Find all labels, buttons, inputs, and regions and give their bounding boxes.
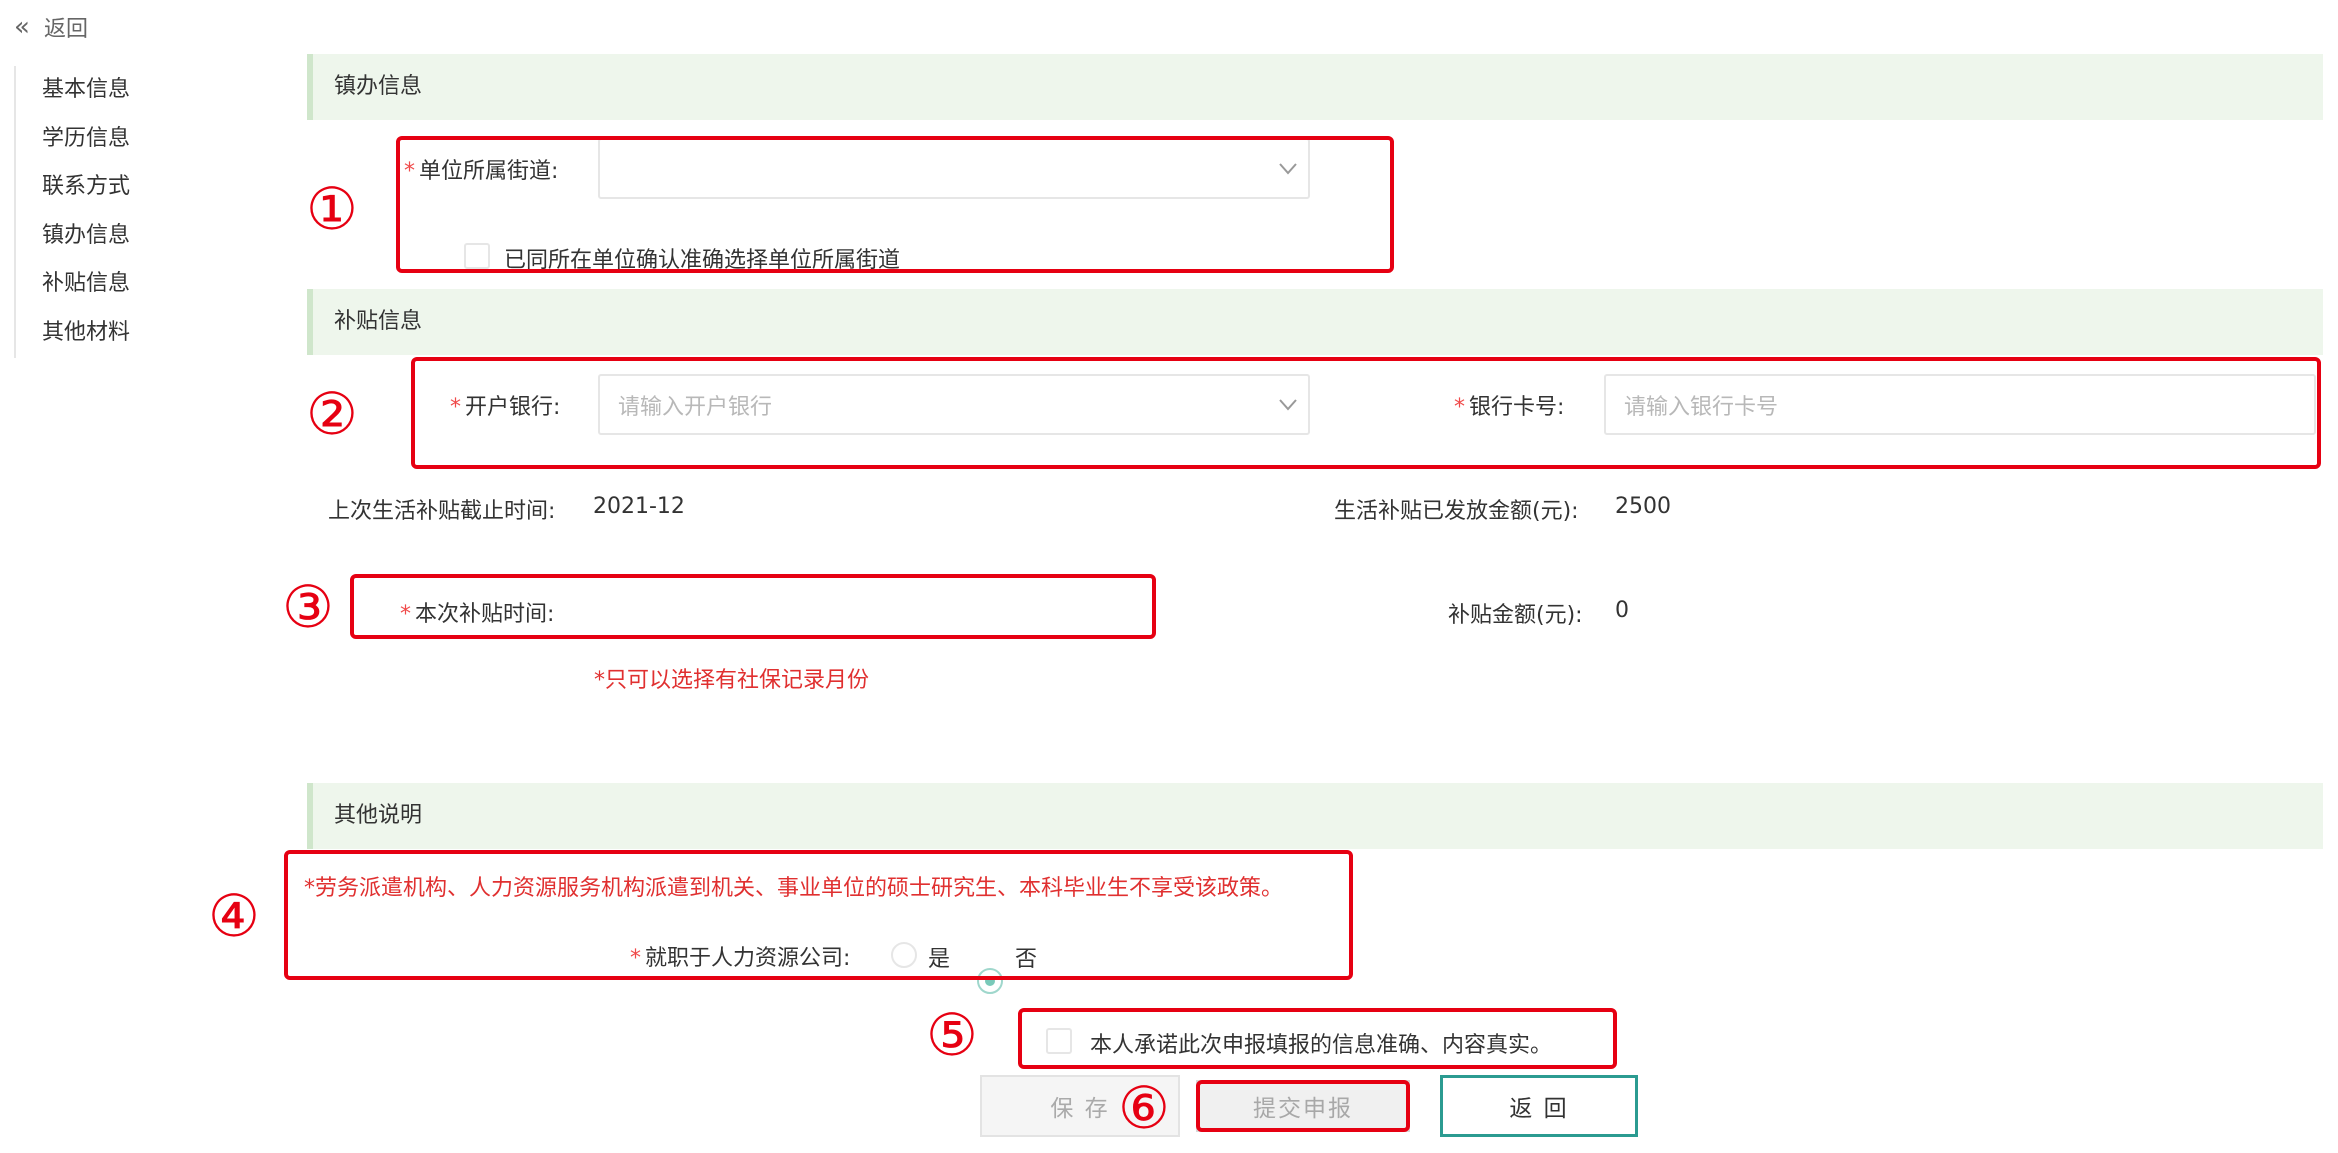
month-note: *只可以选择有社保记录月份	[594, 668, 870, 693]
sidebar-item-other[interactable]: 其他材料	[16, 309, 176, 358]
sidebar-item-subsidy[interactable]: 补贴信息	[16, 260, 176, 309]
subsidy-amount-label: 补贴金额(元):	[1448, 603, 1583, 628]
annotation-number-3: ③	[282, 573, 334, 641]
annotation-box-5	[1018, 1008, 1617, 1069]
sidebar-item-contact[interactable]: 联系方式	[16, 163, 176, 212]
section-header-town: 镇办信息	[307, 54, 2323, 120]
last-end-label: 上次生活补贴截止时间:	[328, 499, 556, 524]
last-end-value: 2021-12	[593, 494, 685, 519]
annotation-box-6	[1196, 1080, 1410, 1132]
paid-amount-label: 生活补贴已发放金额(元):	[1334, 499, 1579, 524]
annotation-box-2	[411, 357, 2321, 469]
annotation-number-5: ⑤	[926, 1001, 978, 1069]
annotation-box-4	[284, 850, 1353, 980]
top-back-link[interactable]: « 返回	[14, 10, 88, 44]
sidebar-item-town[interactable]: 镇办信息	[16, 212, 176, 261]
paid-amount-value: 2500	[1615, 494, 1671, 519]
sidebar-item-basic[interactable]: 基本信息	[16, 66, 176, 115]
subsidy-amount-value: 0	[1615, 598, 1629, 623]
annotation-number-2: ②	[306, 380, 358, 448]
sidebar-item-education[interactable]: 学历信息	[16, 115, 176, 164]
section-header-subsidy: 补贴信息	[307, 289, 2323, 355]
annotation-box-1	[396, 136, 1394, 273]
annotation-number-1: ①	[306, 175, 358, 243]
double-chevron-left-icon: «	[14, 12, 30, 42]
back-button[interactable]: 返 回	[1440, 1075, 1638, 1137]
annotation-box-3	[350, 574, 1156, 639]
sidebar-nav: 基本信息 学历信息 联系方式 镇办信息 补贴信息 其他材料	[14, 66, 176, 358]
annotation-number-6: ⑥	[1118, 1074, 1170, 1142]
section-header-other: 其他说明	[307, 783, 2323, 849]
annotation-number-4: ④	[208, 882, 260, 950]
top-back-label: 返回	[44, 17, 89, 42]
